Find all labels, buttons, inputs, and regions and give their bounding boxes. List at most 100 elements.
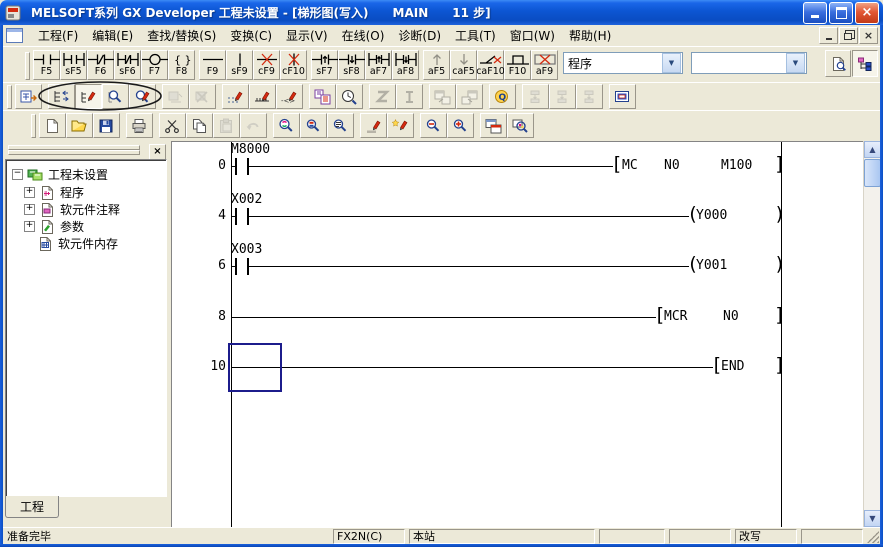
edit-cursor-cell[interactable] xyxy=(228,343,282,392)
fkey-button-F9[interactable]: F9 xyxy=(199,50,226,80)
buffer-batch-monitor-button[interactable]: -<> xyxy=(276,84,303,109)
toolbar-grip[interactable] xyxy=(7,85,12,109)
menu-S[interactable]: 查找/替换(S) xyxy=(140,25,223,46)
fkey-button-F10[interactable]: F10 xyxy=(504,50,531,80)
tree-expand-box[interactable]: + xyxy=(24,221,35,232)
vertical-scrollbar[interactable]: ▲ ▼ xyxy=(863,141,881,527)
find-button[interactable] xyxy=(273,113,300,138)
mdi-minimize-button[interactable] xyxy=(819,27,838,44)
menu-W[interactable]: 窗口(W) xyxy=(503,25,562,46)
fkey-button-aF9[interactable]: aF9 xyxy=(531,50,558,80)
fkey-button-F6[interactable]: F6 xyxy=(87,50,114,80)
menu-H[interactable]: 帮助(H) xyxy=(562,25,618,46)
menu-E[interactable]: 编辑(E) xyxy=(85,25,140,46)
resize-grip[interactable] xyxy=(867,531,879,543)
instruction-text[interactable]: END xyxy=(721,359,744,374)
menu-F[interactable]: 工程(F) xyxy=(31,25,85,46)
device-write-button[interactable] xyxy=(360,113,387,138)
fkey-button-sF6[interactable]: sF6 xyxy=(114,50,141,80)
device-new-button[interactable] xyxy=(387,113,414,138)
entry-data-monitor-button[interactable] xyxy=(336,84,363,109)
panel-close-button[interactable]: × xyxy=(149,144,166,160)
read-mode-button[interactable] xyxy=(48,84,75,109)
device-test-button[interactable] xyxy=(222,84,249,109)
instruction-text[interactable]: N0 xyxy=(723,309,739,324)
data-list-button[interactable] xyxy=(825,50,851,77)
tree-item-2[interactable]: +参数 xyxy=(24,218,84,235)
instruction-text[interactable]: Y000 xyxy=(696,208,727,223)
ladder-list-toggle-button[interactable] xyxy=(15,84,42,109)
instruction-text[interactable]: N0 xyxy=(664,158,680,173)
new-project-button[interactable] xyxy=(39,113,66,138)
instruction-text[interactable]: Y001 xyxy=(696,258,727,273)
menu-C[interactable]: 变换(C) xyxy=(223,25,279,46)
tree-item-3[interactable]: 软元件内存 xyxy=(24,235,118,252)
fkey-button-sF9[interactable]: sF9 xyxy=(226,50,253,80)
ladder-editor[interactable]: 0M8000[MCN0M100]4X002(Y000)6X003(Y001)8[… xyxy=(171,141,863,528)
scrollbar-thumb[interactable] xyxy=(864,159,881,187)
find-device-button[interactable] xyxy=(300,113,327,138)
print-button[interactable] xyxy=(126,113,153,138)
fkey-button-F8[interactable]: { }F8 xyxy=(168,50,195,80)
fkey-button-cF9[interactable]: cF9 xyxy=(253,50,280,80)
screen-display-button[interactable] xyxy=(609,84,636,109)
project-tab[interactable]: 工程 xyxy=(5,496,59,518)
fkey-button-caF10[interactable]: caF10 xyxy=(477,50,504,80)
fkey-button-cF10[interactable]: cF10 xyxy=(280,50,307,80)
save-project-button[interactable] xyxy=(93,113,120,138)
chevron-down-icon[interactable]: ▼ xyxy=(786,53,805,73)
tree-item-0[interactable]: +程序 xyxy=(24,184,84,201)
menu-T[interactable]: 工具(T) xyxy=(448,25,503,46)
panel-grip[interactable] xyxy=(8,150,140,155)
mdi-restore-button[interactable] xyxy=(839,27,858,44)
monitor-window-button[interactable] xyxy=(309,84,336,109)
fkey-button-sF7[interactable]: sF7 xyxy=(311,50,338,80)
fkey-button-sF5[interactable]: sF5 xyxy=(60,50,87,80)
fkey-button-aF8[interactable]: aF8 xyxy=(392,50,419,80)
minimize-button[interactable] xyxy=(803,2,827,24)
project-tree-toggle-button[interactable] xyxy=(852,50,878,77)
window-switch-button[interactable] xyxy=(480,113,507,138)
fkey-button-aF7[interactable]: aF7 xyxy=(365,50,392,80)
monitor-mode-button[interactable] xyxy=(102,84,129,109)
tree-expand-box[interactable]: − xyxy=(12,169,23,180)
menu-O[interactable]: 在线(O) xyxy=(335,25,392,46)
mode-select-combo[interactable]: 程序▼ xyxy=(563,52,683,74)
tree-expand-box[interactable]: + xyxy=(24,204,35,215)
mdi-close-button[interactable]: × xyxy=(859,27,878,44)
contact-device-label[interactable]: X002 xyxy=(231,192,262,207)
scroll-up-button[interactable]: ▲ xyxy=(864,141,881,158)
menu-V[interactable]: 显示(V) xyxy=(279,25,335,46)
scroll-down-button[interactable]: ▼ xyxy=(864,510,881,527)
chevron-down-icon[interactable]: ▼ xyxy=(662,53,681,73)
close-button[interactable]: × xyxy=(855,2,879,24)
menu-D[interactable]: 诊断(D) xyxy=(391,25,448,46)
instruction-text[interactable]: MCR xyxy=(664,309,687,324)
window-find-button[interactable] xyxy=(507,113,534,138)
step-exec3-button xyxy=(576,84,603,109)
cut-button[interactable] xyxy=(159,113,186,138)
copy-button[interactable] xyxy=(186,113,213,138)
toolbar-grip[interactable] xyxy=(31,114,36,138)
device-batch-monitor-button[interactable] xyxy=(249,84,276,109)
tree-item-project-root[interactable]: −工程未设置 xyxy=(12,166,108,183)
fkey-button-sF8[interactable]: sF8 xyxy=(338,50,365,80)
fkey-button-F7[interactable]: F7 xyxy=(141,50,168,80)
zoom-in-button[interactable] xyxy=(447,113,474,138)
comment-search-button[interactable]: Q xyxy=(489,84,516,109)
contact-device-label[interactable]: M8000 xyxy=(231,142,270,157)
fkey-button-F5[interactable]: F5 xyxy=(33,50,60,80)
open-project-button[interactable] xyxy=(66,113,93,138)
tree-item-1[interactable]: +软元件注释 xyxy=(24,201,120,218)
maximize-button[interactable] xyxy=(829,2,853,24)
instruction-text[interactable]: M100 xyxy=(721,158,752,173)
device-select-combo[interactable]: ▼ xyxy=(691,52,807,74)
zoom-out-button[interactable] xyxy=(420,113,447,138)
monitor-write-mode-button[interactable] xyxy=(129,84,156,109)
tree-expand-box[interactable]: + xyxy=(24,187,35,198)
contact-device-label[interactable]: X003 xyxy=(231,242,262,257)
toolbar-grip[interactable] xyxy=(25,52,30,80)
find-string-button[interactable] xyxy=(327,113,354,138)
write-mode-button[interactable] xyxy=(75,84,102,109)
instruction-text[interactable]: MC xyxy=(622,158,638,173)
